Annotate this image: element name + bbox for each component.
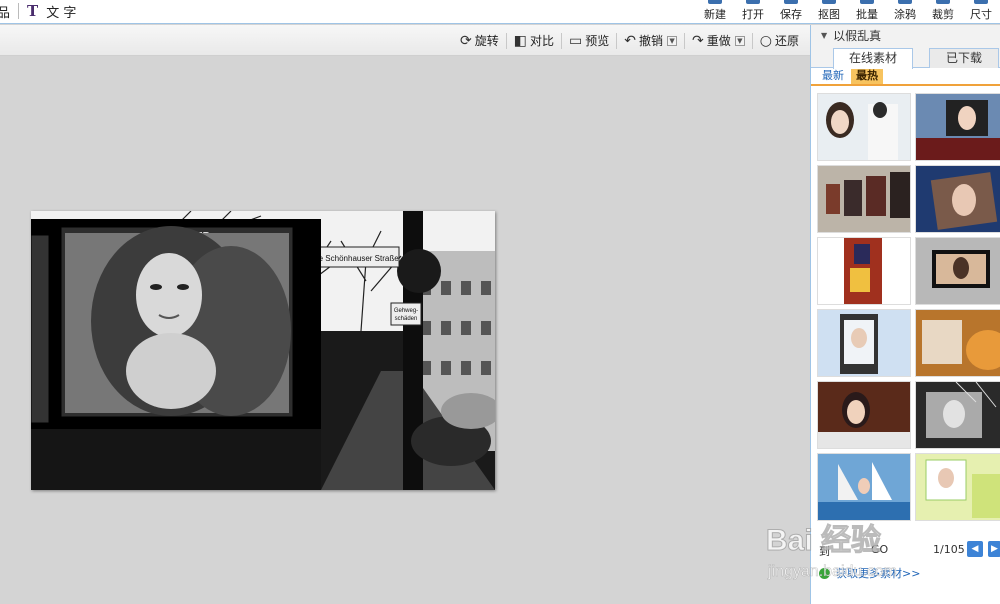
sort-tabs: 最新 最热 <box>811 66 1000 86</box>
material-thumbnail[interactable] <box>915 453 1000 521</box>
pager: 到 GO 1/105 ◀ ▶ <box>811 539 1000 561</box>
page-indicator: 1/105 <box>933 543 965 556</box>
doodle-label: 涂鸦 <box>894 8 916 21</box>
restore-label: 还原 <box>774 34 799 48</box>
material-thumbnail[interactable] <box>915 165 1000 233</box>
doodle-icon <box>898 0 912 4</box>
resize-label: 尺寸 <box>970 8 992 21</box>
new-icon <box>708 0 722 4</box>
new-button[interactable]: 新建 <box>696 0 734 24</box>
globe-icon <box>819 567 830 579</box>
photo-scene: Alte Schönhauser Straße Gehweg- schäden … <box>31 211 495 490</box>
material-thumbnail[interactable] <box>915 381 1000 449</box>
panel-header[interactable]: ▼ 以假乱真 <box>811 25 1000 46</box>
left-menu: 品 T 文 字 <box>0 0 76 22</box>
tab-downloaded[interactable]: 已下载 <box>929 48 999 68</box>
save-icon <box>784 0 798 4</box>
open-icon <box>746 0 760 4</box>
text-tool-label: 文 字 <box>46 5 77 21</box>
undo-button[interactable]: ↶ 撤销 ▼ <box>619 31 682 51</box>
material-thumbnail[interactable] <box>817 453 911 521</box>
material-thumbnail[interactable] <box>817 165 911 233</box>
collapse-icon[interactable]: ▼ <box>821 31 827 40</box>
text-icon: T <box>27 2 39 20</box>
rotate-button[interactable]: ⟳ 旋转 <box>455 31 504 51</box>
contrast-icon: ◧ <box>513 32 527 49</box>
cutout-icon <box>822 0 836 4</box>
go-button[interactable]: GO <box>871 543 888 556</box>
batch-icon <box>860 0 874 4</box>
crop-icon <box>936 0 950 4</box>
undo-label: 撤销 <box>639 34 664 48</box>
resize-button[interactable]: 尺寸 <box>962 0 1000 24</box>
restore-button[interactable]: ○ 还原 <box>755 31 804 51</box>
material-thumbnail[interactable] <box>817 93 911 161</box>
open-button[interactable]: 打开 <box>734 0 772 24</box>
material-thumbnail[interactable] <box>915 309 1000 377</box>
main-actions: 新建 打开 保存 抠图 批量 涂鸦 裁剪 尺寸 <box>696 0 1000 24</box>
undo-dropdown[interactable]: ▼ <box>667 35 678 46</box>
redo-button[interactable]: ↷ 重做 ▼ <box>687 31 750 51</box>
batch-label: 批量 <box>856 8 878 21</box>
panel-title: 以假乱真 <box>833 29 882 43</box>
material-panel: ▼ 以假乱真 在线素材 已下载 最新 最热 到 GO 1/105 ◀ ▶ 获取更… <box>810 25 1000 604</box>
prev-page-button[interactable]: ◀ <box>967 541 983 557</box>
redo-icon: ↷ <box>692 32 704 49</box>
material-thumbnail[interactable] <box>817 309 911 377</box>
damage-sign-line2: schäden <box>395 316 418 322</box>
cutout-button[interactable]: 抠图 <box>810 0 848 24</box>
menu-divider <box>18 3 20 19</box>
redo-dropdown[interactable]: ▼ <box>734 35 745 46</box>
material-thumbnail[interactable] <box>817 381 911 449</box>
batch-button[interactable]: 批量 <box>848 0 886 24</box>
save-label: 保存 <box>780 8 802 21</box>
preview-label: 预览 <box>585 34 610 48</box>
toolbar-divider <box>751 32 753 49</box>
edit-toolbar: ⟳ 旋转 ◧ 对比 ▭ 预览 ↶ 撤销 ▼ ↷ 重做 ▼ ○ 还原 <box>0 25 810 56</box>
doodle-button[interactable]: 涂鸦 <box>886 0 924 24</box>
resize-icon <box>974 0 988 4</box>
tab-online[interactable]: 在线素材 <box>833 48 913 69</box>
contrast-label: 对比 <box>530 34 555 48</box>
damage-sign-line1: Gehweg- <box>394 308 418 314</box>
preview-button[interactable]: ▭ 预览 <box>564 31 614 51</box>
toolbar-actions: ⟳ 旋转 ◧ 对比 ▭ 预览 ↶ 撤销 ▼ ↷ 重做 ▼ ○ 还原 <box>455 25 804 56</box>
toolbar-divider <box>505 32 507 49</box>
toolbar-divider <box>561 32 563 49</box>
more-materials-link[interactable]: 获取更多素材>> <box>819 565 920 581</box>
panel-tabs: 在线素材 已下载 <box>811 46 1000 69</box>
contrast-button[interactable]: ◧ 对比 <box>509 31 559 51</box>
crop-button[interactable]: 裁剪 <box>924 0 962 24</box>
more-materials-label: 获取更多素材>> <box>836 567 921 580</box>
material-thumbnail[interactable] <box>915 93 1000 161</box>
undo-icon: ↶ <box>624 32 636 49</box>
open-label: 打开 <box>742 8 764 21</box>
material-thumbnail[interactable] <box>915 237 1000 305</box>
thumbnail-grid <box>817 93 1000 533</box>
edited-photo[interactable]: Alte Schönhauser Straße Gehweg- schäden … <box>31 211 495 490</box>
top-menu-bar: 品 T 文 字 新建 打开 保存 抠图 批量 涂鸦 裁剪 尺寸 <box>0 0 1000 24</box>
toolbar-divider <box>616 32 618 49</box>
next-page-button[interactable]: ▶ <box>988 541 1000 557</box>
restore-icon: ○ <box>759 32 772 49</box>
cutout-label: 抠图 <box>818 8 840 21</box>
text-tool-button[interactable]: T 文 字 <box>27 2 76 21</box>
preview-icon: ▭ <box>569 32 583 49</box>
toolbar-divider <box>684 32 686 49</box>
rotate-label: 旋转 <box>474 34 499 48</box>
street-sign-text: Alte Schönhauser Straße <box>309 254 399 263</box>
redo-label: 重做 <box>706 34 731 48</box>
partial-menu-item[interactable]: 品 <box>0 2 10 21</box>
new-label: 新建 <box>704 8 726 21</box>
crop-label: 裁剪 <box>932 8 954 21</box>
goto-label: 到 <box>819 545 830 558</box>
material-thumbnail[interactable] <box>817 237 911 305</box>
rotate-icon: ⟳ <box>460 32 472 49</box>
canvas-area[interactable]: Alte Schönhauser Straße Gehweg- schäden … <box>0 57 810 604</box>
save-button[interactable]: 保存 <box>772 0 810 24</box>
